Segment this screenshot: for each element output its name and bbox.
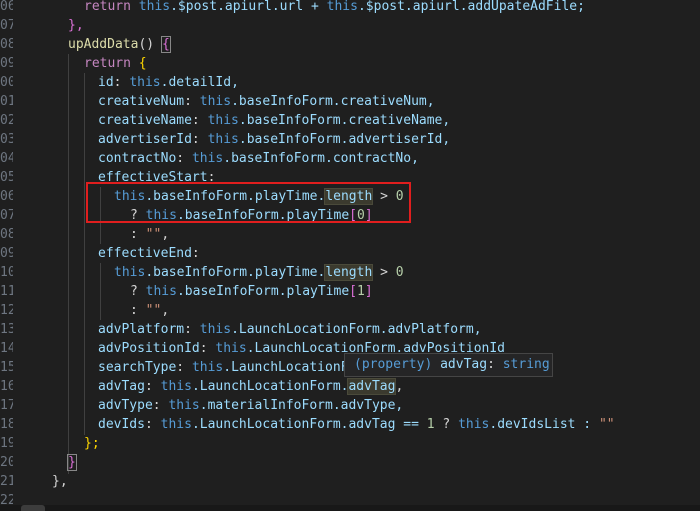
line-number: 00 [0,75,13,90]
line-number: 02 [0,113,13,128]
line-number: 12 [0,303,13,318]
line-number: 08 [0,37,13,52]
line-number: 17 [0,398,13,413]
code-line[interactable]: : "", [130,225,169,244]
line-number: 03 [0,132,13,147]
code-line[interactable]: advTag: this.LaunchLocationForm.advTag, [98,377,403,396]
line-number: 10 [0,265,13,280]
code-line[interactable]: advType: this.materialInfoForm.advType, [98,396,403,415]
code-line[interactable]: advPlatform: this.LaunchLocationForm.adv… [98,320,482,339]
line-number: 06 [0,0,13,14]
line-number: 08 [0,227,13,242]
indent-guide [100,263,101,320]
indent-guide [68,54,69,474]
code-editor[interactable]: 06 07 08 09 00 01 02 03 04 05 06 07 08 0… [0,0,700,511]
line-number-gutter: 06 07 08 09 00 01 02 03 04 05 06 07 08 0… [0,0,20,511]
code-line[interactable]: ? this.baseInfoForm.playTime[1] [130,282,373,301]
code-line[interactable]: }; [84,434,100,453]
line-number: 11 [0,284,13,299]
code-line[interactable]: advertiserId: this.baseInfoForm.advertis… [98,130,450,149]
line-number: 09 [0,56,13,71]
code-line[interactable]: devIds: this.LaunchLocationForm.advTag =… [98,415,615,434]
code-line[interactable]: upAddData() { [68,35,171,54]
line-number: 18 [0,417,13,432]
line-number: 07 [0,208,13,223]
code-line[interactable]: creativeName: this.baseInfoForm.creative… [98,111,450,130]
line-number: 16 [0,379,13,394]
hover-tooltip: (property) advTag: string [344,353,553,377]
line-number: 06 [0,189,13,204]
code-line[interactable]: }, [52,472,68,491]
code-line[interactable]: }, [68,16,84,35]
code-line[interactable]: creativeNum: this.baseInfoForm.creativeN… [98,92,435,111]
line-number: 13 [0,322,13,337]
line-number: 09 [0,246,13,261]
code-line[interactable]: id: this.detailId, [98,73,239,92]
line-number: 14 [0,341,13,356]
annotation-highlight-box [86,182,411,223]
line-number: 19 [0,436,13,451]
line-number: 20 [0,455,13,470]
code-line[interactable]: effectiveEnd: [98,244,200,263]
indent-guide [84,73,85,435]
line-number: 05 [0,170,13,185]
code-line[interactable]: } [67,453,77,472]
code-line[interactable]: contractNo: this.baseInfoForm.contractNo… [98,149,419,168]
line-number: 04 [0,151,13,166]
line-number: 07 [0,18,13,33]
code-line[interactable]: : "", [130,301,169,320]
line-number: 15 [0,360,13,375]
code-line[interactable]: this.baseInfoForm.playTime.length > 0 [114,263,404,282]
line-number: 01 [0,94,13,109]
bottom-panel-edge [0,505,700,511]
line-number: 21 [0,474,13,489]
scrollbar-thumb[interactable] [21,505,45,511]
code-line[interactable]: searchType: this.LaunchLocationF [98,358,348,377]
code-line[interactable]: return { [84,54,147,73]
code-line[interactable]: return this.$post.apiurl.url + this.$pos… [84,0,585,16]
